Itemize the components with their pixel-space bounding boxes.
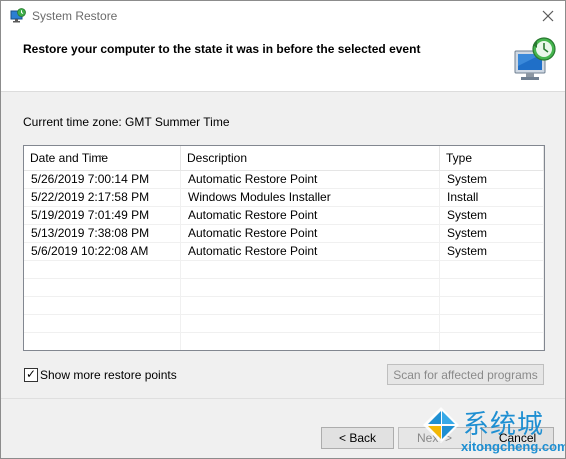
table-row[interactable]: 5/26/2019 7:00:14 PM Automatic Restore P… xyxy=(24,171,544,189)
window-title: System Restore xyxy=(32,9,118,23)
cell-description: Automatic Restore Point xyxy=(181,207,440,224)
cell-type: System xyxy=(440,243,544,260)
cell-date: 5/19/2019 7:01:49 PM xyxy=(24,207,181,224)
cell-description: Automatic Restore Point xyxy=(181,225,440,242)
scan-affected-programs-button[interactable]: Scan for affected programs xyxy=(387,364,544,385)
timezone-label: Current time zone: GMT Summer Time xyxy=(23,115,230,129)
page-title: Restore your computer to the state it wa… xyxy=(23,42,421,56)
empty-row xyxy=(24,333,544,350)
column-header-description[interactable]: Description xyxy=(181,146,440,170)
table-row[interactable]: 5/13/2019 7:38:08 PM Automatic Restore P… xyxy=(24,225,544,243)
cell-date: 5/13/2019 7:38:08 PM xyxy=(24,225,181,242)
cell-date: 5/26/2019 7:00:14 PM xyxy=(24,171,181,188)
cell-date: 5/22/2019 2:17:58 PM xyxy=(24,189,181,206)
table-row[interactable]: 5/19/2019 7:01:49 PM Automatic Restore P… xyxy=(24,207,544,225)
cell-type: Install xyxy=(440,189,544,206)
cell-type: System xyxy=(440,225,544,242)
column-header-date[interactable]: ⌄ Date and Time xyxy=(24,146,181,170)
column-header-type[interactable]: Type xyxy=(440,146,544,170)
empty-row xyxy=(24,297,544,315)
cell-date: 5/6/2019 10:22:08 AM xyxy=(24,243,181,260)
title-bar: System Restore xyxy=(1,1,565,31)
cell-type: System xyxy=(440,171,544,188)
next-button[interactable]: Next > xyxy=(398,427,471,449)
show-more-checkbox[interactable]: ✓ xyxy=(24,367,38,382)
empty-row xyxy=(24,279,544,297)
system-restore-icon xyxy=(10,8,26,23)
system-restore-window: System Restore Restore your computer to … xyxy=(0,0,566,459)
show-more-label[interactable]: Show more restore points xyxy=(40,368,177,382)
checkmark-icon: ✓ xyxy=(26,367,37,381)
empty-row xyxy=(24,315,544,333)
close-icon[interactable] xyxy=(539,7,557,25)
restore-points-list[interactable]: ⌄ Date and Time Description Type 5/26/20… xyxy=(23,145,545,351)
cell-type: System xyxy=(440,207,544,224)
table-row[interactable]: 5/22/2019 2:17:58 PM Windows Modules Ins… xyxy=(24,189,544,207)
table-row[interactable]: 5/6/2019 10:22:08 AM Automatic Restore P… xyxy=(24,243,544,261)
cell-description: Windows Modules Installer xyxy=(181,189,440,206)
empty-row xyxy=(24,261,544,279)
back-button[interactable]: < Back xyxy=(321,427,394,449)
cell-description: Automatic Restore Point xyxy=(181,171,440,188)
wizard-footer: < Back Next > Cancel xyxy=(1,398,565,458)
wizard-body: Current time zone: GMT Summer Time ⌄ Dat… xyxy=(1,92,565,398)
cell-description: Automatic Restore Point xyxy=(181,243,440,260)
computer-clock-icon xyxy=(514,37,556,80)
cancel-button[interactable]: Cancel xyxy=(481,427,554,449)
wizard-header: Restore your computer to the state it wa… xyxy=(1,31,565,92)
list-header: ⌄ Date and Time Description Type xyxy=(24,146,544,171)
sort-descending-icon: ⌄ xyxy=(98,150,105,159)
